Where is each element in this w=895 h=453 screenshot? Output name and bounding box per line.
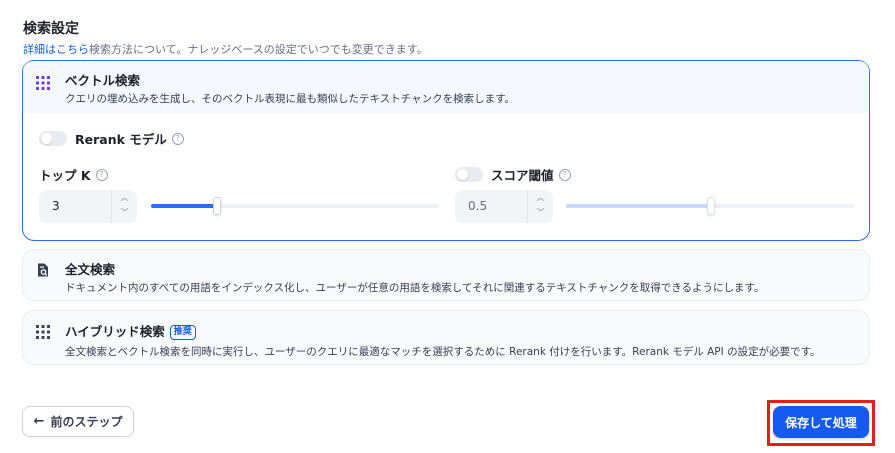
page-title: 検索設定 xyxy=(23,21,79,37)
score-threshold-toggle[interactable] xyxy=(455,167,483,182)
recommended-badge: 推奨 xyxy=(169,325,196,340)
previous-step-label: 前のステップ xyxy=(50,415,123,429)
help-icon[interactable]: ? xyxy=(171,132,184,145)
slider-fill xyxy=(151,204,218,208)
chevron-down-icon[interactable]: ﹀ xyxy=(528,205,553,220)
slider-thumb[interactable] xyxy=(213,197,222,215)
rerank-toggle[interactable] xyxy=(39,131,67,146)
vector-search-card[interactable]: ベクトル検索 クエリの埋め込みを生成し、そのベクトル表現に最も類似したテキストチ… xyxy=(22,60,870,241)
slider-fill xyxy=(566,204,711,208)
description-text: 検索方法について。ナレッジベースの設定でいつでも変更できます。 xyxy=(89,43,428,56)
topk-input[interactable]: 3 ︿ ﹀ xyxy=(39,190,137,223)
topk-row: トップ K ? xyxy=(39,165,108,184)
chevron-up-icon[interactable]: ︿ xyxy=(528,190,553,205)
vector-search-description: クエリの埋め込みを生成し、そのベクトル表現に最も類似したテキストチャンクを検索し… xyxy=(65,93,516,105)
score-threshold-input[interactable]: 0.5 ︿ ﹀ xyxy=(455,190,553,223)
score-threshold-stepper[interactable]: ︿ ﹀ xyxy=(527,190,553,223)
fulltext-search-title: 全文検索 xyxy=(65,262,116,277)
chevron-up-icon[interactable]: ︿ xyxy=(112,190,137,205)
hybrid-search-card[interactable]: ハイブリッド検索 推奨 全文検索とベクトル検索を同時に実行し、ユーザーのクエリに最… xyxy=(22,310,870,365)
grid-icon xyxy=(36,76,50,90)
score-threshold-row: スコア閾値 ? xyxy=(455,165,571,184)
slider-thumb[interactable] xyxy=(706,197,715,215)
vector-search-header[interactable]: ベクトル検索 クエリの埋め込みを生成し、そのベクトル表現に最も類似したテキストチ… xyxy=(23,61,869,113)
save-and-process-button[interactable]: 保存して処理 xyxy=(773,406,869,438)
fulltext-search-description: ドキュメント内のすべての用語をインデックス化し、ユーザーが任意の用語を検索してそ… xyxy=(65,282,765,294)
score-threshold-label: スコア閾値 xyxy=(491,168,554,183)
hybrid-search-label: ハイブリッド検索 xyxy=(65,324,165,339)
rerank-row: Rerank モデル ? xyxy=(39,129,184,148)
arrow-left-icon: ← xyxy=(33,414,45,429)
chevron-down-icon[interactable]: ﹀ xyxy=(112,205,137,220)
hybrid-search-title: ハイブリッド検索 推奨 xyxy=(65,321,196,340)
topk-slider[interactable] xyxy=(151,197,439,215)
previous-step-button[interactable]: ← 前のステップ xyxy=(22,406,134,437)
fulltext-search-card[interactable]: 全文検索 ドキュメント内のすべての用語をインデックス化し、ユーザーが任意の用語を… xyxy=(22,249,870,301)
topk-value: 3 xyxy=(52,199,60,213)
save-and-process-label: 保存して処理 xyxy=(785,415,857,430)
page-description: 詳細はこちら検索方法について。ナレッジベースの設定でいつでも変更できます。 xyxy=(23,41,428,57)
topk-label: トップ K xyxy=(39,168,91,183)
learn-more-link[interactable]: 詳細はこちら xyxy=(23,43,89,56)
topk-stepper[interactable]: ︿ ﹀ xyxy=(111,190,137,223)
score-threshold-slider[interactable] xyxy=(566,197,855,215)
document-search-icon xyxy=(38,263,48,277)
help-icon[interactable]: ? xyxy=(95,168,108,181)
rerank-label: Rerank モデル xyxy=(75,132,167,147)
grid-icon xyxy=(36,325,50,339)
hybrid-search-description: 全文検索とベクトル検索を同時に実行し、ユーザーのクエリに最適なマッチを選択するた… xyxy=(65,346,821,358)
vector-search-title: ベクトル検索 xyxy=(65,73,141,88)
score-threshold-value: 0.5 xyxy=(468,199,488,213)
help-icon[interactable]: ? xyxy=(558,168,571,181)
